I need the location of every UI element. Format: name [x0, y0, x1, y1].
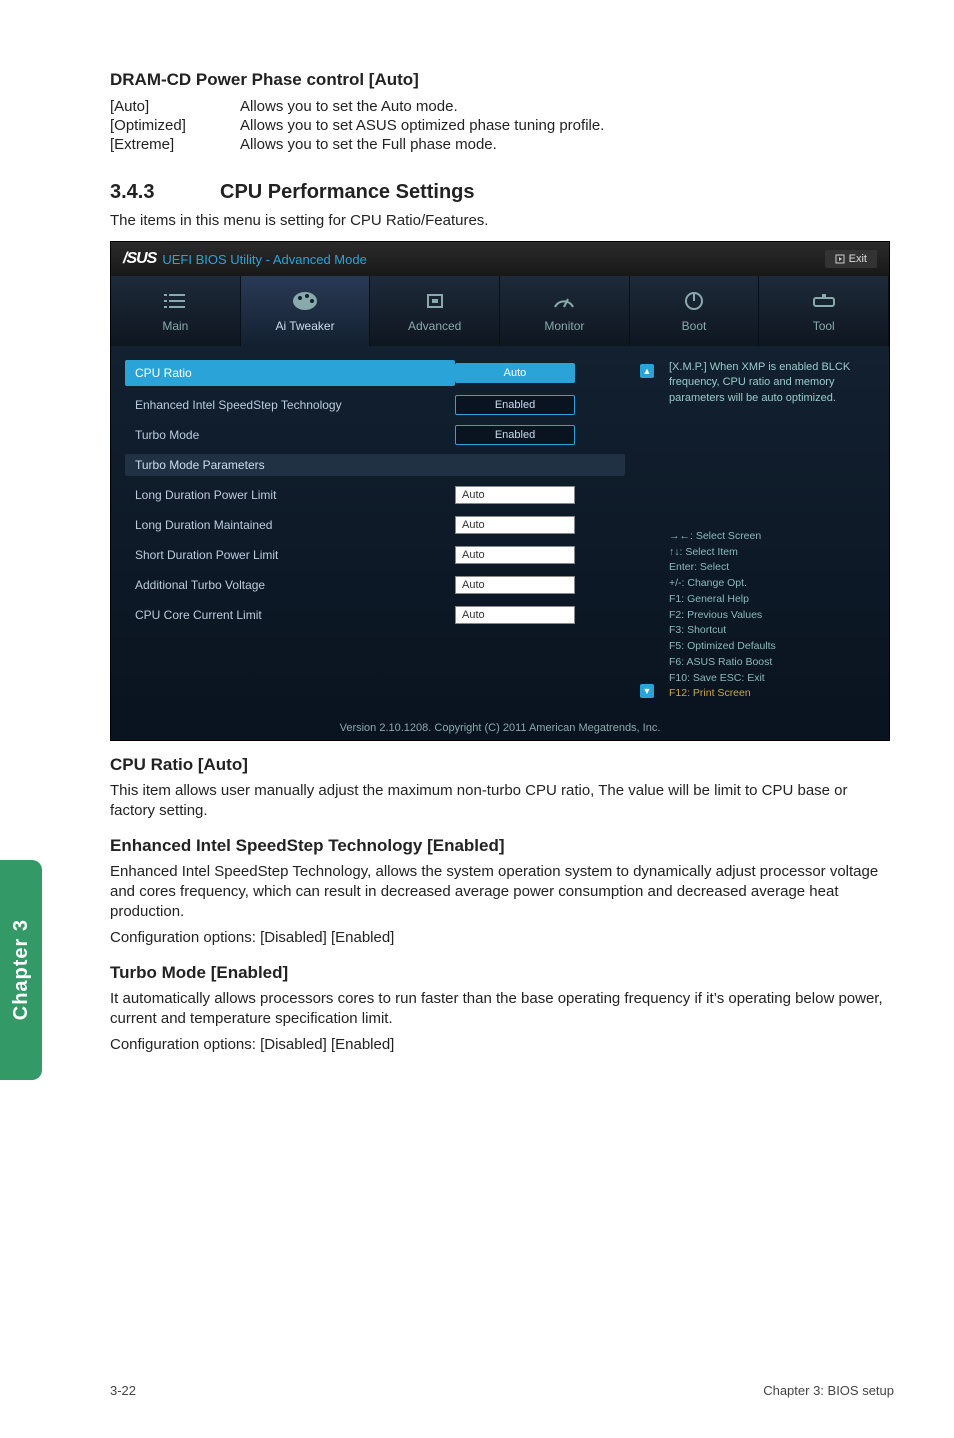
- bios-row-label: CPU Ratio: [125, 360, 455, 386]
- page-footer-title: Chapter 3: BIOS setup: [763, 1383, 894, 1398]
- cpu-ratio-heading: CPU Ratio [Auto]: [110, 755, 894, 775]
- chapter-spine: Chapter 3: [0, 860, 42, 1080]
- dram-row: [Extreme] Allows you to set the Full pha…: [110, 136, 894, 153]
- turbo-cfg: Configuration options: [Disabled] [Enabl…: [110, 1035, 894, 1055]
- tab-boot[interactable]: Boot: [630, 276, 760, 346]
- dram-heading: DRAM-CD Power Phase control [Auto]: [110, 70, 894, 90]
- bios-row-label: Enhanced Intel SpeedStep Technology: [125, 394, 455, 416]
- help-key-line: F3: Shortcut: [669, 623, 875, 639]
- tool-icon: [812, 292, 836, 310]
- dram-row: [Optimized] Allows you to set ASUS optim…: [110, 117, 894, 134]
- scroll-down-icon[interactable]: ▼: [640, 684, 654, 698]
- speedstep-cfg: Configuration options: [Disabled] [Enabl…: [110, 928, 894, 948]
- tab-label: Ai Tweaker: [275, 319, 334, 333]
- scroll-up-icon[interactable]: ▲: [640, 364, 654, 378]
- page-footer: 3-22 Chapter 3: BIOS setup: [110, 1383, 894, 1398]
- help-key-line: F1: General Help: [669, 592, 875, 608]
- help-key-line: F2: Previous Values: [669, 608, 875, 624]
- dram-row-val: Allows you to set the Full phase mode.: [240, 136, 894, 153]
- bios-row[interactable]: Short Duration Power Limit Auto: [125, 544, 625, 566]
- tab-label: Main: [162, 319, 188, 333]
- cpu-ratio-body: This item allows user manually adjust th…: [110, 781, 894, 822]
- dram-row-key: [Optimized]: [110, 117, 240, 134]
- palette-icon: [292, 291, 318, 311]
- bios-brand: /SUS: [123, 250, 156, 268]
- help-key-line: F5: Optimized Defaults: [669, 639, 875, 655]
- bios-row-value[interactable]: Enabled: [455, 425, 575, 445]
- bios-scrollbar[interactable]: ▲ ▼: [639, 360, 655, 702]
- help-key-line: F6: ASUS Ratio Boost: [669, 655, 875, 671]
- tab-label: Tool: [813, 319, 835, 333]
- list-icon: [164, 292, 186, 310]
- tab-label: Boot: [682, 319, 707, 333]
- bios-row-label: Short Duration Power Limit: [125, 544, 455, 566]
- bios-row-speedstep[interactable]: Enhanced Intel SpeedStep Technology Enab…: [125, 394, 625, 416]
- bios-row-value[interactable]: Auto: [455, 546, 575, 564]
- tab-ai-tweaker[interactable]: Ai Tweaker: [241, 276, 371, 346]
- section-lead: The items in this menu is setting for CP…: [110, 212, 894, 229]
- tab-label: Advanced: [408, 319, 461, 333]
- section-title: CPU Performance Settings: [220, 181, 475, 203]
- bios-row-cpu-ratio[interactable]: CPU Ratio Auto: [125, 360, 625, 386]
- chapter-spine-label: Chapter 3: [10, 919, 33, 1020]
- bios-row-value[interactable]: Auto: [455, 486, 575, 504]
- bios-row[interactable]: Long Duration Maintained Auto: [125, 514, 625, 536]
- bios-row-label: Long Duration Power Limit: [125, 484, 455, 506]
- gauge-icon: [553, 291, 575, 311]
- help-key-line: ↑↓: Select Item: [669, 545, 875, 561]
- bios-help-keys: →←: Select Screen ↑↓: Select Item Enter:…: [669, 529, 875, 702]
- turbo-body: It automatically allows processors cores…: [110, 989, 894, 1030]
- bios-group-header: Turbo Mode Parameters: [125, 454, 625, 476]
- bios-row-label: Additional Turbo Voltage: [125, 574, 455, 596]
- section-number: 3.4.3: [110, 181, 220, 204]
- speedstep-heading: Enhanced Intel SpeedStep Technology [Ena…: [110, 836, 894, 856]
- bios-row[interactable]: Long Duration Power Limit Auto: [125, 484, 625, 506]
- dram-row: [Auto] Allows you to set the Auto mode.: [110, 98, 894, 115]
- page-number: 3-22: [110, 1383, 136, 1398]
- bios-row-value[interactable]: Auto: [455, 516, 575, 534]
- bios-window: /SUS UEFI BIOS Utility - Advanced Mode E…: [110, 241, 890, 741]
- bios-mode: UEFI BIOS Utility - Advanced Mode: [162, 252, 366, 267]
- bios-row-value[interactable]: Auto: [455, 363, 575, 383]
- dram-row-val: Allows you to set the Auto mode.: [240, 98, 894, 115]
- tab-monitor[interactable]: Monitor: [500, 276, 630, 346]
- chip-icon: [424, 291, 446, 311]
- tab-main[interactable]: Main: [111, 276, 241, 346]
- speedstep-body: Enhanced Intel SpeedStep Technology, all…: [110, 862, 894, 923]
- bios-row-label: Long Duration Maintained: [125, 514, 455, 536]
- bios-row-value[interactable]: Auto: [455, 606, 575, 624]
- bios-exit-button[interactable]: Exit: [825, 250, 877, 268]
- section-heading: 3.4.3CPU Performance Settings: [110, 181, 894, 204]
- dram-row-key: [Auto]: [110, 98, 240, 115]
- help-key-line: F12: Print Screen: [669, 686, 875, 702]
- bios-left-panel: CPU Ratio Auto Enhanced Intel SpeedStep …: [125, 360, 639, 702]
- bios-row-value[interactable]: Enabled: [455, 395, 575, 415]
- exit-icon: [835, 254, 845, 264]
- bios-tabs: Main Ai Tweaker Advanced Monitor Boot To…: [111, 276, 889, 346]
- bios-row[interactable]: Additional Turbo Voltage Auto: [125, 574, 625, 596]
- tab-advanced[interactable]: Advanced: [370, 276, 500, 346]
- bios-footer: Version 2.10.1208. Copyright (C) 2011 Am…: [111, 716, 889, 740]
- bios-titlebar: /SUS UEFI BIOS Utility - Advanced Mode E…: [111, 242, 889, 276]
- bios-body: CPU Ratio Auto Enhanced Intel SpeedStep …: [111, 346, 889, 716]
- bios-row-label: CPU Core Current Limit: [125, 604, 455, 626]
- help-key-line: +/-: Change Opt.: [669, 576, 875, 592]
- help-key-line: →←: Select Screen: [669, 529, 875, 545]
- bios-help-panel: [X.M.P.] When XMP is enabled BLCK freque…: [655, 360, 875, 702]
- dram-row-key: [Extreme]: [110, 136, 240, 153]
- bios-help-text: [X.M.P.] When XMP is enabled BLCK freque…: [669, 360, 875, 406]
- bios-row-value[interactable]: Auto: [455, 576, 575, 594]
- turbo-heading: Turbo Mode [Enabled]: [110, 963, 894, 983]
- dram-row-val: Allows you to set ASUS optimized phase t…: [240, 117, 894, 134]
- bios-row-label: Turbo Mode: [125, 424, 455, 446]
- bios-row[interactable]: CPU Core Current Limit Auto: [125, 604, 625, 626]
- bios-exit-label: Exit: [849, 253, 867, 265]
- bios-row-turbo[interactable]: Turbo Mode Enabled: [125, 424, 625, 446]
- help-key-line: F10: Save ESC: Exit: [669, 671, 875, 687]
- power-icon: [683, 290, 705, 312]
- tab-label: Monitor: [544, 319, 584, 333]
- help-key-line: Enter: Select: [669, 560, 875, 576]
- tab-tool[interactable]: Tool: [759, 276, 889, 346]
